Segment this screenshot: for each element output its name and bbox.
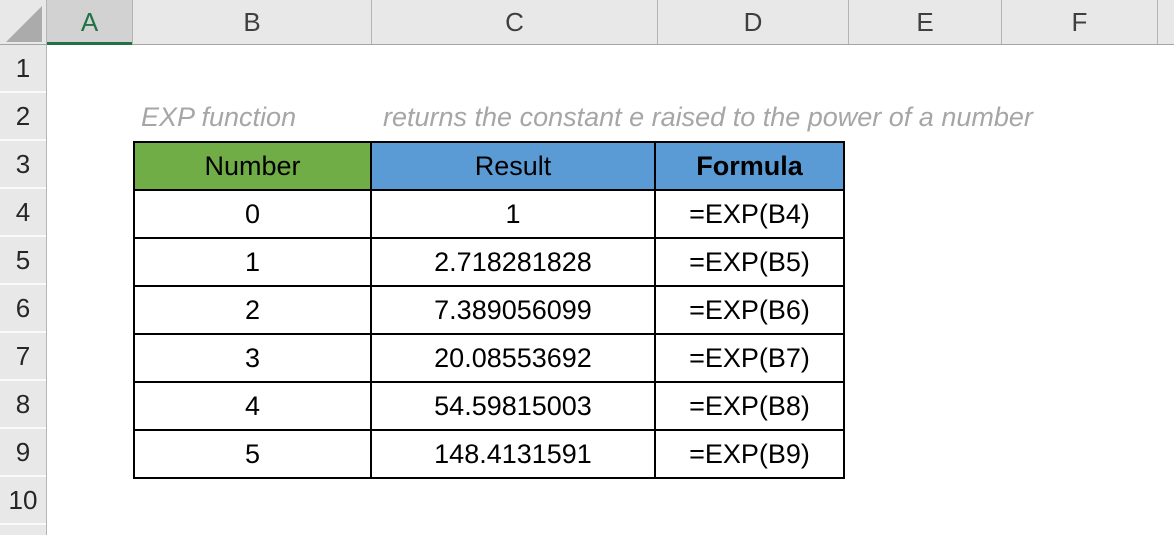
function-description-cell[interactable]: returns the constant e raised to the pow…	[383, 93, 1033, 141]
column-header-a[interactable]: A	[47, 0, 133, 44]
table-body: 01=EXP(B4)12.718281828=EXP(B5)27.3890560…	[134, 190, 844, 478]
select-all-corner[interactable]	[0, 0, 47, 44]
table-row: 12.718281828=EXP(B5)	[134, 238, 844, 286]
column-header-c[interactable]: C	[372, 0, 658, 44]
column-header-f[interactable]: F	[1002, 0, 1158, 44]
cell-result[interactable]: 148.4131591	[371, 430, 655, 478]
row-header-column: 12345678910	[0, 45, 47, 535]
column-header-row: ABCDEF	[0, 0, 1174, 45]
cell-formula[interactable]: =EXP(B5)	[655, 238, 844, 286]
row-header-4[interactable]: 4	[0, 189, 46, 237]
table-row: 454.59815003=EXP(B8)	[134, 382, 844, 430]
cell-formula[interactable]: =EXP(B9)	[655, 430, 844, 478]
spreadsheet-window: ABCDEF 12345678910 EXP function returns …	[0, 0, 1174, 535]
cell-number[interactable]: 4	[134, 382, 371, 430]
table-header-row: NumberResultFormula	[134, 142, 844, 190]
cell-formula[interactable]: =EXP(B8)	[655, 382, 844, 430]
table-row: 01=EXP(B4)	[134, 190, 844, 238]
exp-function-table: NumberResultFormula 01=EXP(B4)12.7182818…	[133, 141, 845, 479]
row-header-2[interactable]: 2	[0, 93, 46, 141]
function-name-cell[interactable]: EXP function	[141, 93, 296, 141]
row-header-3[interactable]: 3	[0, 141, 46, 189]
table-header-formula[interactable]: Formula	[655, 142, 844, 190]
column-header-b[interactable]: B	[133, 0, 372, 44]
row-header-5[interactable]: 5	[0, 237, 46, 285]
cell-result[interactable]: 7.389056099	[371, 286, 655, 334]
row-header-9[interactable]: 9	[0, 429, 46, 477]
table-header-number[interactable]: Number	[134, 142, 371, 190]
table-row: 5148.4131591=EXP(B9)	[134, 430, 844, 478]
row-header-8[interactable]: 8	[0, 381, 46, 429]
table-row: 27.389056099=EXP(B6)	[134, 286, 844, 334]
cell-number[interactable]: 2	[134, 286, 371, 334]
cell-number[interactable]: 0	[134, 190, 371, 238]
cell-result[interactable]: 54.59815003	[371, 382, 655, 430]
select-all-triangle-icon	[6, 6, 42, 42]
cell-result[interactable]: 2.718281828	[371, 238, 655, 286]
cell-number[interactable]: 1	[134, 238, 371, 286]
table-row: 320.08553692=EXP(B7)	[134, 334, 844, 382]
row-header-7[interactable]: 7	[0, 333, 46, 381]
cell-formula[interactable]: =EXP(B7)	[655, 334, 844, 382]
cell-formula[interactable]: =EXP(B4)	[655, 190, 844, 238]
cell-formula[interactable]: =EXP(B6)	[655, 286, 844, 334]
row-header-6[interactable]: 6	[0, 285, 46, 333]
column-header-e[interactable]: E	[849, 0, 1002, 44]
row-header-10[interactable]: 10	[0, 477, 46, 525]
table-header-result[interactable]: Result	[371, 142, 655, 190]
cell-result[interactable]: 20.08553692	[371, 334, 655, 382]
cell-result[interactable]: 1	[371, 190, 655, 238]
cell-number[interactable]: 5	[134, 430, 371, 478]
cell-number[interactable]: 3	[134, 334, 371, 382]
column-header-d[interactable]: D	[658, 0, 849, 44]
row-header-1[interactable]: 1	[0, 45, 46, 93]
column-header-partial[interactable]	[1158, 0, 1174, 44]
row-header-partial[interactable]	[0, 525, 46, 535]
